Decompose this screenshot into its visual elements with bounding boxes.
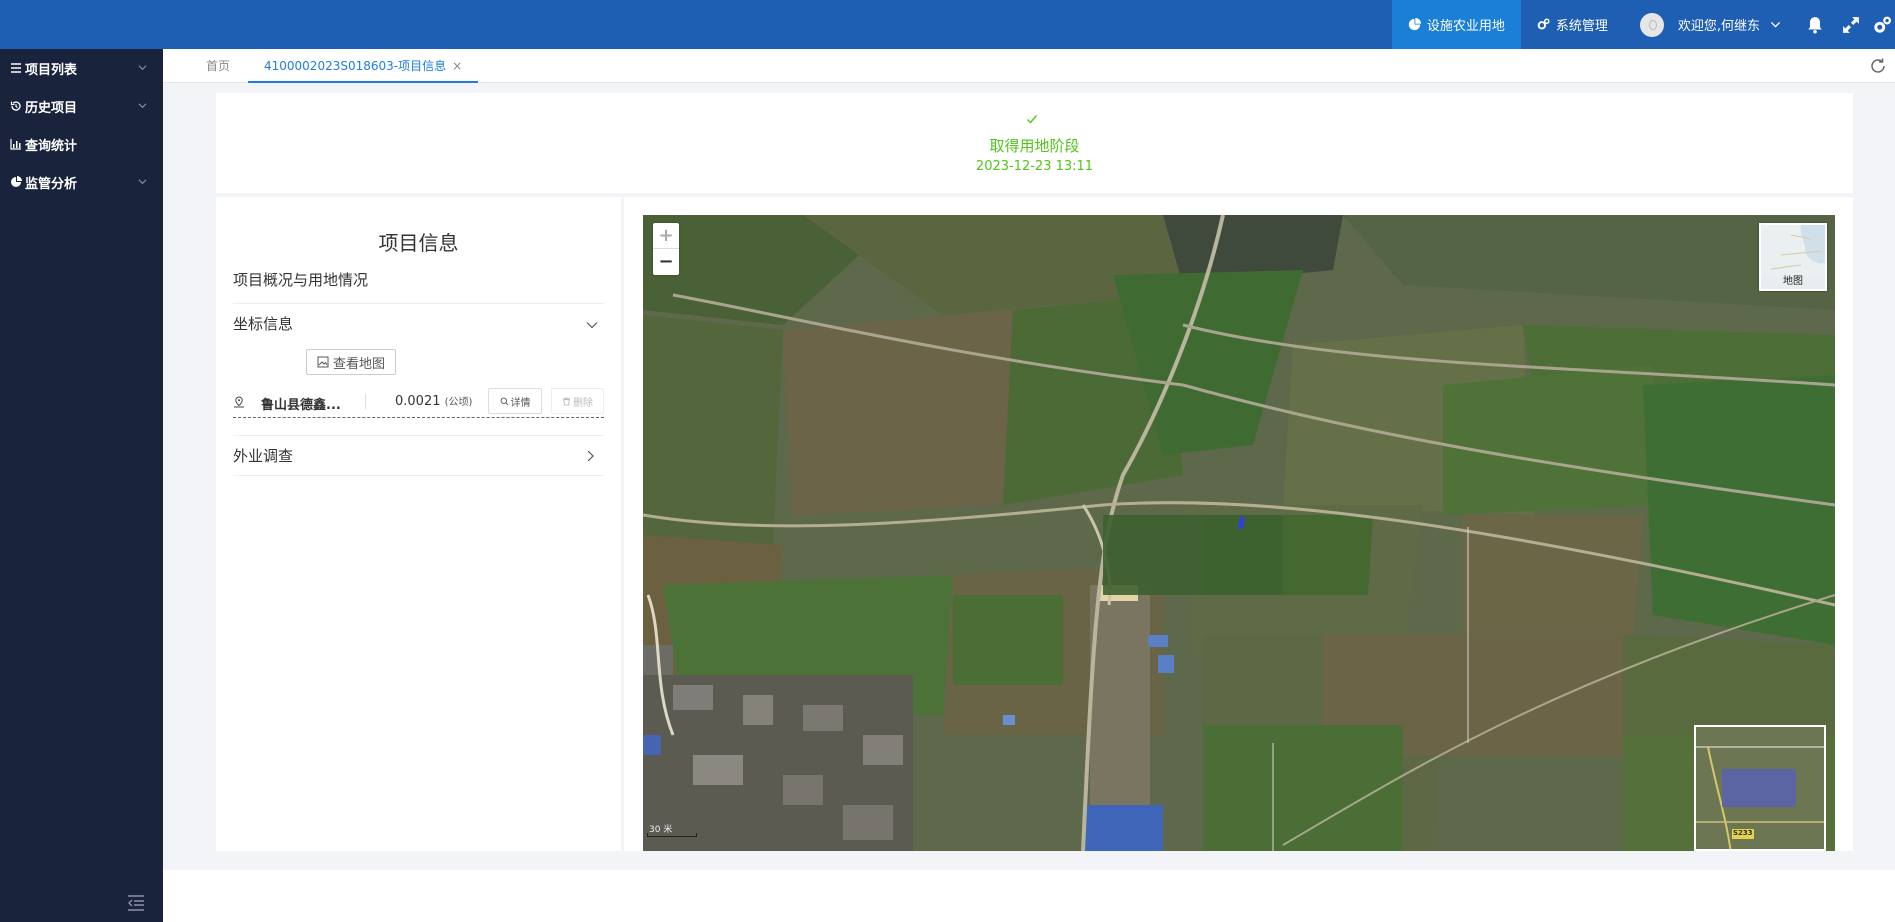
bar-chart-icon xyxy=(10,139,21,150)
layer-switcher[interactable]: 地图 xyxy=(1759,223,1827,291)
tab-bar: 首页 4100002023S018603-项目信息 × xyxy=(163,49,1895,83)
collapse-sidebar-icon[interactable] xyxy=(126,894,146,912)
top-bar-right: 设施农业用地 系统管理 欢迎您,何继东 xyxy=(1391,0,1895,49)
plot-row: 鲁山县德鑫... 0.0021 (公顷) 详情 删除 xyxy=(233,385,604,418)
module-tab-system[interactable]: 系统管理 xyxy=(1521,0,1624,49)
plot-name: 鲁山县德鑫... xyxy=(261,398,341,413)
pie-chart-icon xyxy=(1408,18,1421,31)
scale-label: 30 米 xyxy=(649,825,673,835)
overview-imagery xyxy=(1696,727,1824,849)
divider xyxy=(365,394,366,409)
gears-icon xyxy=(1537,18,1550,30)
footer-area xyxy=(163,870,1895,922)
pie-chart-icon xyxy=(11,176,22,187)
avatar xyxy=(1639,12,1664,37)
section-label: 项目概况与用地情况 xyxy=(233,271,369,289)
sidebar-item-label: 项目列表 xyxy=(25,62,78,78)
refresh-icon[interactable] xyxy=(1869,57,1887,75)
section-label: 外业调查 xyxy=(233,447,294,465)
plot-area: 0.0021 (公顷) xyxy=(395,393,472,409)
user-menu[interactable]: 欢迎您,何继东 xyxy=(1624,0,1797,49)
stage-card: 取得用地阶段 2023-12-23 13:11 xyxy=(216,93,1853,193)
user-greeting: 欢迎您,何继东 xyxy=(1677,19,1760,34)
chevron-down-icon xyxy=(138,65,147,71)
sidebar-item-statistics[interactable]: 查询统计 xyxy=(0,125,163,163)
zoom-out-button[interactable]: − xyxy=(653,249,679,275)
list-icon xyxy=(11,63,21,73)
chevron-down-icon xyxy=(138,179,147,185)
satellite-imagery xyxy=(643,215,1835,851)
chevron-down-icon xyxy=(138,103,147,109)
expand-icon xyxy=(1843,16,1859,33)
stage-name: 取得用地阶段 xyxy=(989,137,1080,155)
check-icon xyxy=(1027,115,1038,124)
tab-label: 首页 xyxy=(206,59,231,73)
plot-area-value: 0.0021 xyxy=(395,394,441,409)
module-label: 系统管理 xyxy=(1555,19,1608,34)
section-label: 坐标信息 xyxy=(233,315,294,333)
button-label: 删除 xyxy=(573,397,593,409)
sidebar-item-label: 查询统计 xyxy=(25,138,78,154)
section-overview[interactable]: 项目概况与用地情况 xyxy=(233,263,604,304)
sidebar-item-label: 监管分析 xyxy=(25,176,78,192)
zoom-control: + − xyxy=(653,223,679,275)
settings-button[interactable] xyxy=(1869,0,1895,49)
sidebar: 项目列表 历史项目 查询统计 监管分析 xyxy=(0,49,163,922)
chevron-down-icon xyxy=(1770,21,1781,28)
history-icon xyxy=(10,101,21,111)
project-info-panel: 项目信息 项目概况与用地情况 坐标信息 查看地图 鲁山县德鑫... 0.0021… xyxy=(216,197,621,851)
top-bar: 设施农业用地 系统管理 欢迎您,何继东 xyxy=(0,0,1895,49)
location-pin-icon xyxy=(234,396,244,408)
section-coordinates[interactable]: 坐标信息 xyxy=(233,309,604,339)
sidebar-item-project-list[interactable]: 项目列表 xyxy=(0,49,163,87)
gears-icon xyxy=(1874,16,1891,33)
layer-label: 地图 xyxy=(1783,276,1803,287)
button-label: 查看地图 xyxy=(332,356,385,372)
panel-title: 项目信息 xyxy=(378,231,459,255)
map-thumbnail xyxy=(1761,225,1825,277)
delete-button[interactable]: 删除 xyxy=(551,388,604,414)
close-icon[interactable]: × xyxy=(452,59,462,73)
sidebar-item-label: 历史项目 xyxy=(25,100,78,116)
view-map-button[interactable]: 查看地图 xyxy=(306,349,396,375)
satellite-map[interactable]: + − 地图 30 米 S233 xyxy=(643,215,1835,851)
map-panel: + − 地图 30 米 S233 xyxy=(624,197,1853,851)
module-tab-facility-land[interactable]: 设施农业用地 xyxy=(1391,0,1521,49)
tab-label: 4100002023S018603-项目信息 xyxy=(264,59,447,73)
chevron-down-icon xyxy=(586,322,598,329)
tab-project-info[interactable]: 4100002023S018603-项目信息 × xyxy=(248,49,479,83)
image-icon xyxy=(317,356,329,368)
search-icon xyxy=(500,397,508,405)
detail-button[interactable]: 详情 xyxy=(488,388,542,414)
bell-icon xyxy=(1808,16,1822,34)
zoom-in-button[interactable]: + xyxy=(653,223,679,249)
sidebar-item-supervision[interactable]: 监管分析 xyxy=(0,163,163,201)
tab-home[interactable]: 首页 xyxy=(190,49,246,83)
module-label: 设施农业用地 xyxy=(1426,19,1505,34)
stage-time: 2023-12-23 13:11 xyxy=(975,159,1094,174)
sidebar-item-history[interactable]: 历史项目 xyxy=(0,87,163,125)
overview-map[interactable]: S233 xyxy=(1694,725,1826,851)
fullscreen-button[interactable] xyxy=(1833,0,1869,49)
trash-icon xyxy=(562,396,571,406)
chevron-right-icon xyxy=(587,450,594,462)
notification-button[interactable] xyxy=(1797,0,1833,49)
plot-area-unit: (公顷) xyxy=(444,397,473,408)
section-field-survey[interactable]: 外业调查 xyxy=(233,435,604,476)
road-label: S233 xyxy=(1733,829,1753,837)
button-label: 详情 xyxy=(510,397,531,409)
